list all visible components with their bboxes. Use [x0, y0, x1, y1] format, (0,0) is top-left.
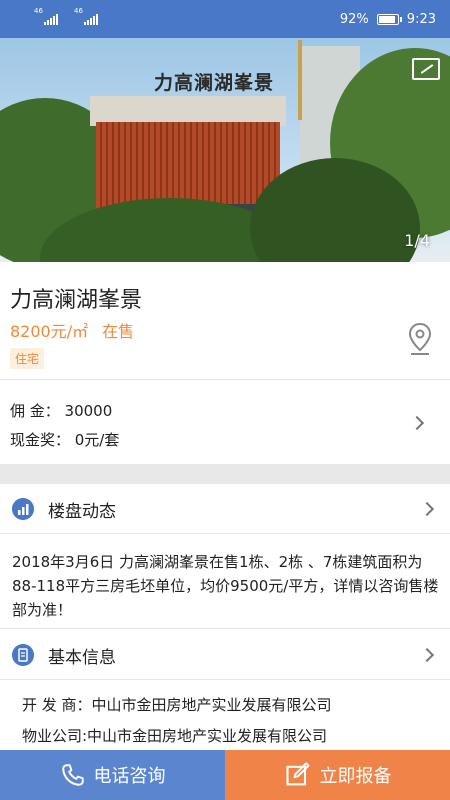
divider — [0, 379, 450, 380]
location-pin-icon[interactable] — [408, 322, 432, 356]
edit-icon — [285, 762, 309, 786]
divider — [0, 628, 450, 629]
crane — [298, 40, 302, 120]
status-bar: 46 46 92% 9:23 — [0, 0, 450, 38]
property-image-carousel[interactable]: 力高澜湖峯景 1/4 — [0, 38, 450, 262]
cash-bonus-text: 现金奖： 0元/套 — [10, 431, 120, 449]
document-icon — [12, 644, 34, 666]
divider — [0, 533, 450, 534]
basic-info-title: 基本信息 — [48, 647, 116, 668]
signal-icon: 46 — [74, 7, 98, 25]
property-type-tag: 住宅 — [10, 348, 45, 369]
phone-icon — [61, 764, 84, 786]
phone-consult-label: 电话咨询 — [93, 766, 166, 787]
clock: 9:23 — [406, 11, 436, 27]
chart-icon — [12, 498, 34, 520]
battery-icon — [376, 13, 402, 25]
share-icon[interactable] — [412, 58, 440, 80]
basic-info-header[interactable]: 基本信息 — [0, 631, 450, 679]
report-now-label: 立即报备 — [319, 766, 392, 787]
property-company-text: 物业公司:中山市金田房地产实业发展有限公司 — [22, 727, 328, 745]
developer-text: 开 发 商：中山市金田房地产实业发展有限公司 — [22, 696, 332, 714]
price: 8200元/㎡ — [10, 322, 89, 341]
chevron-right-icon[interactable] — [409, 415, 425, 431]
battery-percent: 92% — [339, 11, 369, 27]
news-content: 2018年3月6日 力高澜湖峯景在售1栋、2栋 、7栋建筑面积为88-118平方… — [12, 553, 439, 619]
page: 46 46 92% 9:23 力高澜湖峯景 1/4 力高澜湖峯景 8200元/㎡… — [0, 0, 450, 800]
news-section-title: 楼盘动态 — [48, 501, 116, 522]
bottom-action-bar: 电话咨询 立即报备 — [0, 750, 450, 800]
report-now-button[interactable]: 立即报备 — [225, 750, 450, 800]
news-section-header[interactable]: 楼盘动态 — [0, 485, 450, 533]
section-gap — [0, 464, 450, 484]
signal-icon: 46 — [34, 7, 58, 25]
image-counter: 1/4 — [404, 231, 430, 250]
phone-consult-button[interactable]: 电话咨询 — [0, 750, 225, 800]
commission-text: 佣 金： 30000 — [10, 402, 113, 420]
property-title: 力高澜湖峯景 — [10, 288, 143, 313]
building-sign: 力高澜湖峯景 — [154, 72, 275, 94]
divider — [0, 679, 450, 680]
sale-status: 在售 — [102, 322, 135, 341]
